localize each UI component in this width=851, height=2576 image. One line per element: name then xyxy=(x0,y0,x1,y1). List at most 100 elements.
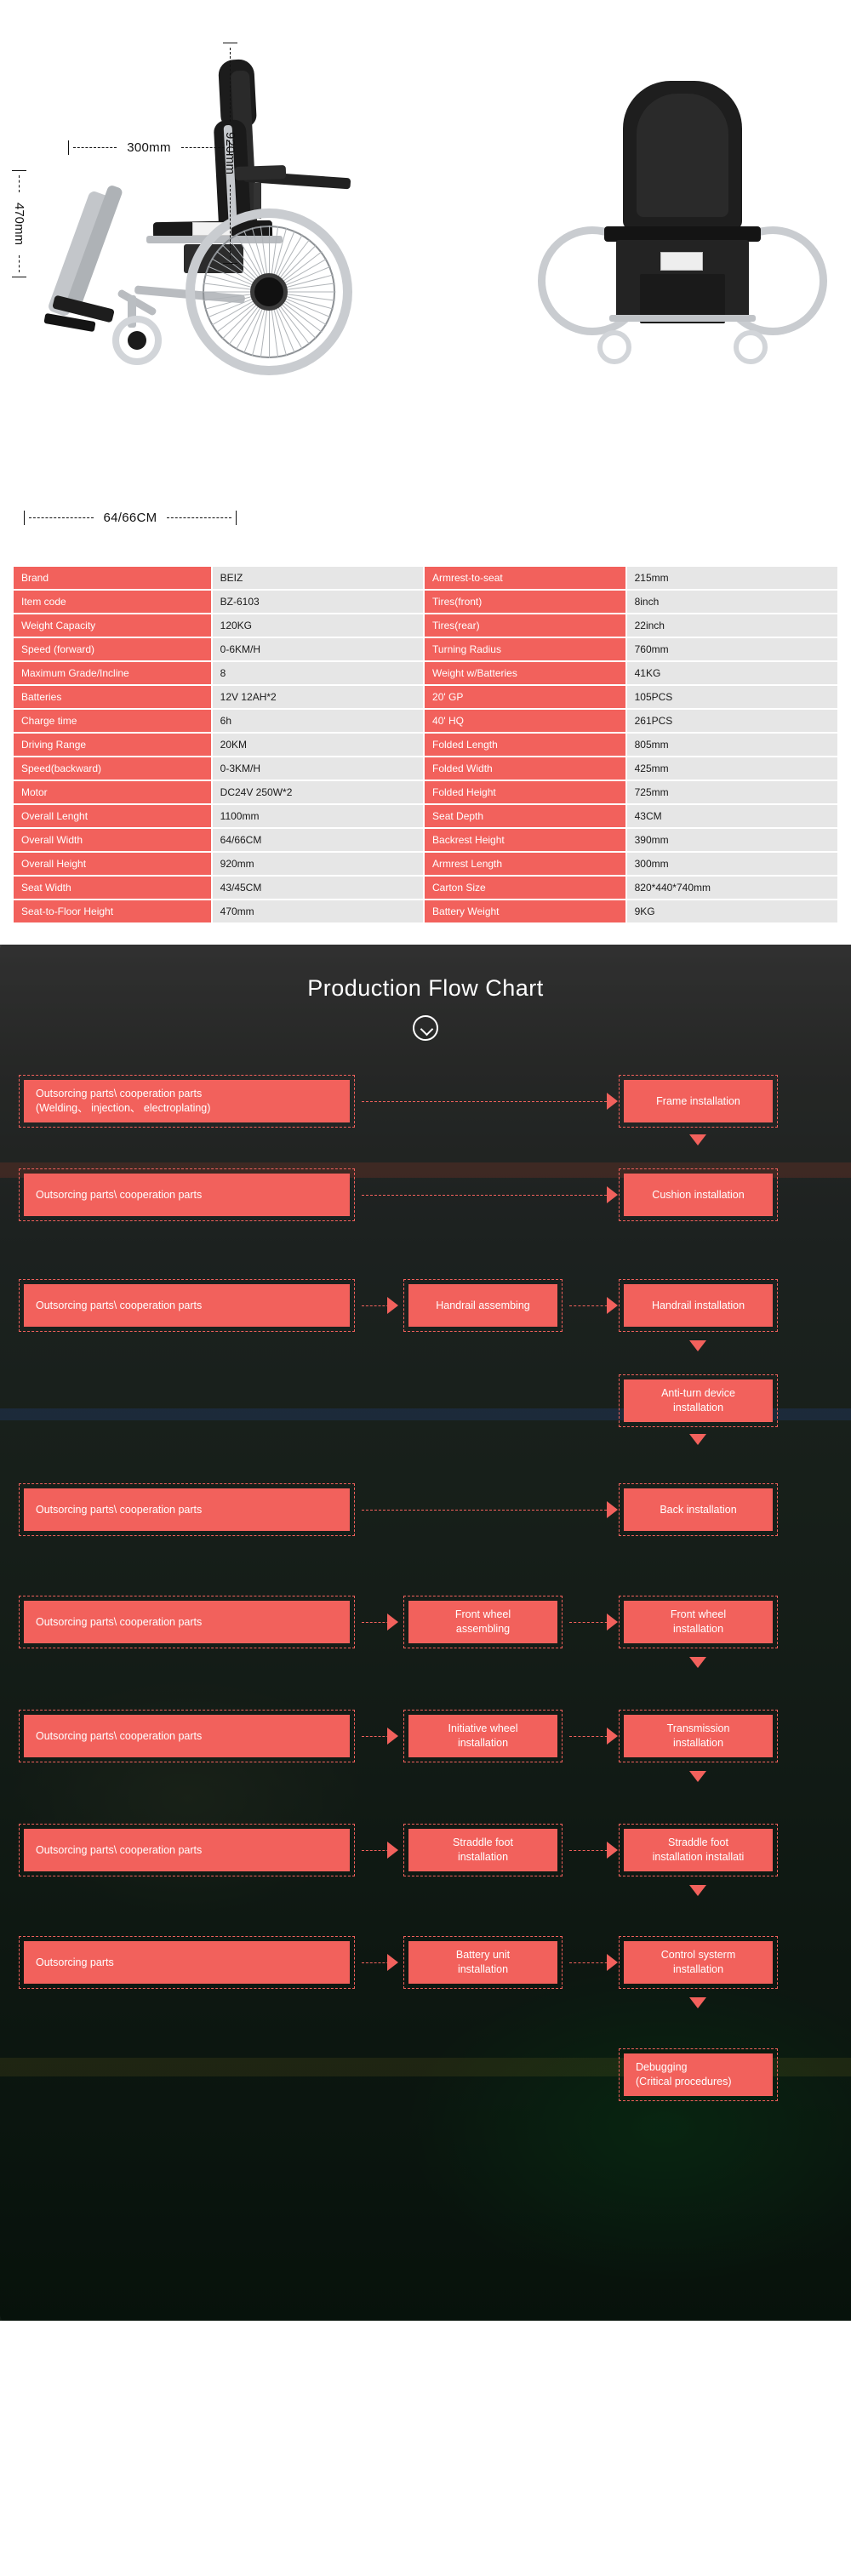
specification-table: Brand BEIZ Armrest-to-seat 215mm Item code BZ… xyxy=(12,565,839,924)
spec-value: 105PCS xyxy=(626,686,837,708)
spec-label: 20' GP xyxy=(425,686,625,708)
spec-label: Armrest-to-seat xyxy=(425,567,625,589)
flow-node-outsourcing-5[interactable]: Outsorcing parts\ cooperation parts xyxy=(19,1596,355,1648)
flow-node-label: Control systerm installation xyxy=(624,1941,773,1984)
spec-value: 390mm xyxy=(626,829,837,851)
flow-arrow-down xyxy=(689,1657,706,1668)
spec-label: Seat Depth xyxy=(425,805,625,827)
flow-node-front-wheel-installation[interactable]: Front wheel installation xyxy=(619,1596,778,1648)
spec-label: Batteries xyxy=(14,686,211,708)
spec-label: Tires(front) xyxy=(425,591,625,613)
spec-value: 425mm xyxy=(626,757,837,780)
spec-value: 20KM xyxy=(212,734,424,756)
spec-value: 43/45CM xyxy=(212,877,424,899)
flow-connector-horizontal xyxy=(569,1622,612,1623)
table-row: Brand BEIZ Armrest-to-seat 215mm xyxy=(14,567,837,589)
flow-node-label: Cushion installation xyxy=(624,1174,773,1216)
wheelchair-back-illustration xyxy=(528,60,837,511)
flow-node-battery-unit[interactable]: Battery unit installation xyxy=(403,1936,563,1989)
flow-node-outsourcing-welding[interactable]: Outsorcing parts\ cooperation parts (Wel… xyxy=(19,1075,355,1128)
flow-node-straddle-foot-install-2[interactable]: Straddle foot installation installati xyxy=(619,1824,778,1876)
table-row: Driving Range 20KM Folded Length 805mm xyxy=(14,734,837,756)
table-row: Speed (forward) 0-6KM/H Turning Radius 760m… xyxy=(14,638,837,660)
flow-node-debugging[interactable]: Debugging (Critical procedures) xyxy=(619,2048,778,2101)
spec-value: 920mm xyxy=(212,853,424,875)
flow-node-frame-installation[interactable]: Frame installation xyxy=(619,1075,778,1128)
dimension-overall-width: 64/66CM xyxy=(24,511,237,525)
product-side-view: 300mm 64/66CM 920mm 470mm xyxy=(0,0,477,553)
chevron-down-icon[interactable] xyxy=(413,1015,438,1041)
spec-label: Weight w/Batteries xyxy=(425,662,625,684)
product-back-view: 43/45CM 390mm xyxy=(511,0,851,553)
spec-label: Folded Width xyxy=(425,757,625,780)
flow-chart-header: Production Flow Chart xyxy=(0,945,851,1041)
flow-node-outsourcing-7[interactable]: Outsorcing parts\ cooperation parts xyxy=(19,1824,355,1876)
flow-chart-title: Production Flow Chart xyxy=(307,975,544,1001)
spec-value: BZ-6103 xyxy=(212,591,424,613)
spec-value: 22inch xyxy=(626,614,837,637)
flow-node-label: Outsorcing parts\ cooperation parts xyxy=(24,1174,350,1216)
flow-arrow-right xyxy=(607,1842,618,1859)
flow-node-control-system[interactable]: Control systerm installation xyxy=(619,1936,778,1989)
spec-label: Item code xyxy=(14,591,211,613)
dimension-value: 64/66CM xyxy=(103,511,157,525)
flow-node-label: Back installation xyxy=(624,1488,773,1531)
spec-label: Brand xyxy=(14,567,211,589)
flow-node-outsourcing-8[interactable]: Outsorcing parts xyxy=(19,1936,355,1989)
spec-value: BEIZ xyxy=(212,567,424,589)
flow-node-handrail-assembing[interactable]: Handrail assembing xyxy=(403,1279,563,1332)
flow-node-outsourcing-4[interactable]: Outsorcing parts\ cooperation parts xyxy=(19,1483,355,1536)
flow-node-anti-turn[interactable]: Anti-turn device installation xyxy=(619,1374,778,1427)
flow-arrow-right xyxy=(387,1954,398,1971)
spec-value: 760mm xyxy=(626,638,837,660)
table-row: Batteries 12V 12AH*2 20' GP 105PCS xyxy=(14,686,837,708)
spec-value: 0-6KM/H xyxy=(212,638,424,660)
flow-node-outsourcing-2[interactable]: Outsorcing parts\ cooperation parts xyxy=(19,1168,355,1221)
dimension-value: 920mm xyxy=(223,131,237,175)
flow-node-outsourcing-6[interactable]: Outsorcing parts\ cooperation parts xyxy=(19,1710,355,1762)
table-row: Overall Width 64/66CM Backrest Height 390mm xyxy=(14,829,837,851)
flow-connector-horizontal xyxy=(569,1305,612,1306)
flow-node-handrail-installation[interactable]: Handrail installation xyxy=(619,1279,778,1332)
table-row: Overall Height 920mm Armrest Length 300mm xyxy=(14,853,837,875)
flow-arrow-right xyxy=(607,1728,618,1745)
spec-label: Motor xyxy=(14,781,211,803)
spec-label: Overall Width xyxy=(14,829,211,851)
flow-connector-horizontal xyxy=(362,1510,607,1511)
spec-label: Charge time xyxy=(14,710,211,732)
spec-value: 64/66CM xyxy=(212,829,424,851)
flow-node-label: Frame installation xyxy=(624,1080,773,1122)
spec-label: Driving Range xyxy=(14,734,211,756)
flow-node-straddle-foot-install[interactable]: Straddle foot installation xyxy=(403,1824,563,1876)
flow-node-front-wheel-assembling[interactable]: Front wheel assembling xyxy=(403,1596,563,1648)
flow-node-label: Transmission installation xyxy=(624,1715,773,1757)
spec-label: 40' HQ xyxy=(425,710,625,732)
spec-label: Seat-to-Floor Height xyxy=(14,900,211,922)
flow-node-cushion-installation[interactable]: Cushion installation xyxy=(619,1168,778,1221)
flow-connector-horizontal xyxy=(569,1736,612,1737)
flow-arrow-right xyxy=(607,1614,618,1631)
spec-label: Folded Length xyxy=(425,734,625,756)
spec-value: 725mm xyxy=(626,781,837,803)
flow-node-initiative-wheel[interactable]: Initiative wheel installation xyxy=(403,1710,563,1762)
flow-node-label: Handrail installation xyxy=(624,1284,773,1327)
product-images-section: 300mm 64/66CM 920mm 470mm xyxy=(0,0,851,553)
spec-value: 215mm xyxy=(626,567,837,589)
table-row: Overall Lenght 1100mm Seat Depth 43CM xyxy=(14,805,837,827)
spec-label: Maximum Grade/Incline xyxy=(14,662,211,684)
spec-label: Speed(backward) xyxy=(14,757,211,780)
flow-node-label: Straddle foot installation installati xyxy=(624,1829,773,1871)
flow-node-label: Front wheel assembling xyxy=(408,1601,557,1643)
flow-connector-horizontal xyxy=(362,1101,607,1102)
spec-label: Speed (forward) xyxy=(14,638,211,660)
flow-node-transmission[interactable]: Transmission installation xyxy=(619,1710,778,1762)
spec-label: Armrest Length xyxy=(425,853,625,875)
flow-arrow-right xyxy=(387,1297,398,1314)
spec-value: 261PCS xyxy=(626,710,837,732)
spec-value: 820*440*740mm xyxy=(626,877,837,899)
table-row: Seat-to-Floor Height 470mm Battery Weight 9… xyxy=(14,900,837,922)
flow-node-outsourcing-3[interactable]: Outsorcing parts\ cooperation parts xyxy=(19,1279,355,1332)
flow-node-back-installation[interactable]: Back installation xyxy=(619,1483,778,1536)
flow-arrow-down xyxy=(689,1885,706,1896)
flow-arrow-down xyxy=(689,1340,706,1351)
